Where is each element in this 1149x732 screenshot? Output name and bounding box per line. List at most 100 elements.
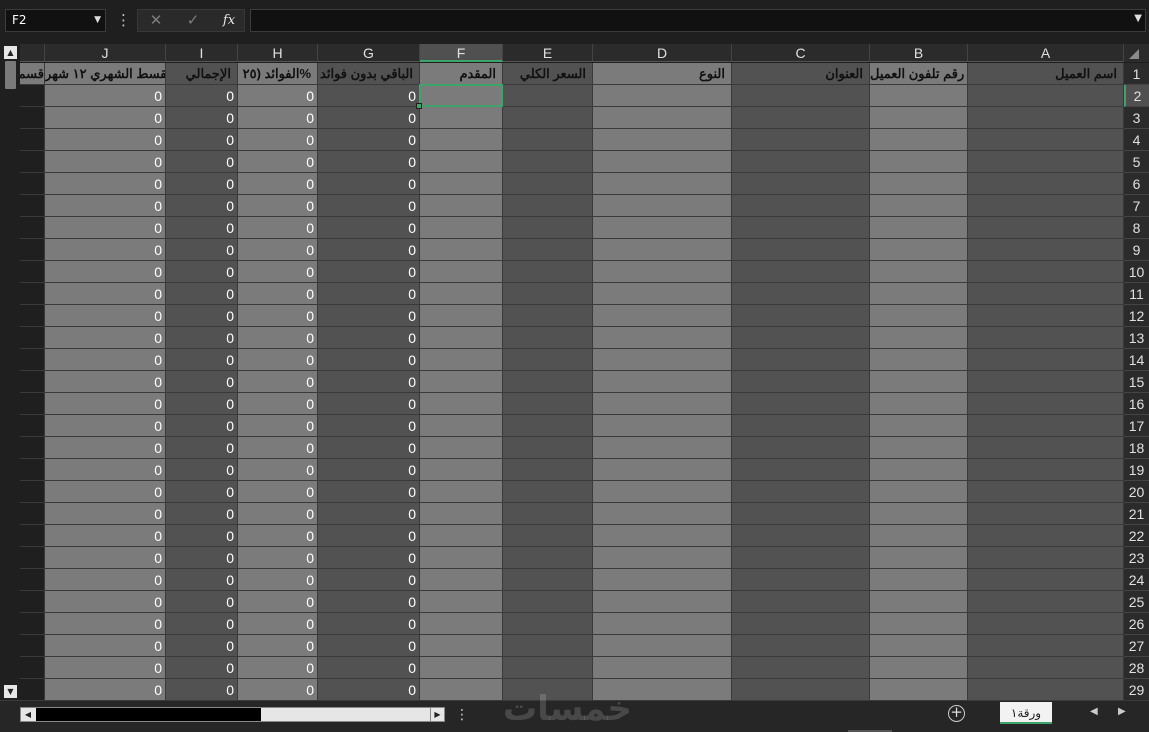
empty-cell[interactable] (20, 129, 45, 151)
empty-cell[interactable] (968, 569, 1124, 591)
empty-cell[interactable] (503, 173, 593, 195)
empty-cell[interactable] (593, 151, 732, 173)
row-header-25[interactable]: 25 (1124, 591, 1149, 613)
empty-cell[interactable] (968, 459, 1124, 481)
empty-cell[interactable] (20, 283, 45, 305)
row-header-3[interactable]: 3 (1124, 107, 1149, 129)
empty-cell[interactable] (968, 525, 1124, 547)
value-cell[interactable]: 0 (45, 569, 166, 591)
empty-cell[interactable] (503, 613, 593, 635)
empty-cell[interactable] (968, 679, 1124, 700)
empty-cell[interactable] (968, 327, 1124, 349)
value-cell[interactable]: 0 (238, 261, 318, 283)
empty-cell[interactable] (732, 173, 870, 195)
empty-cell[interactable] (593, 635, 732, 657)
value-cell[interactable]: 0 (318, 591, 420, 613)
value-cell[interactable]: 0 (45, 503, 166, 525)
empty-cell[interactable] (732, 151, 870, 173)
empty-cell[interactable] (732, 437, 870, 459)
header-cell-b[interactable]: رقم تلفون العميل (870, 63, 968, 85)
empty-cell[interactable] (503, 129, 593, 151)
value-cell[interactable]: 0 (166, 679, 238, 700)
value-cell[interactable]: 0 (166, 239, 238, 261)
formula-input[interactable]: ▼ (250, 9, 1146, 32)
value-cell[interactable]: 0 (318, 415, 420, 437)
empty-cell[interactable] (732, 481, 870, 503)
empty-cell[interactable] (968, 349, 1124, 371)
column-header-a[interactable]: A (968, 44, 1124, 62)
empty-cell[interactable] (732, 503, 870, 525)
empty-cell[interactable] (870, 195, 968, 217)
value-cell[interactable]: 0 (238, 679, 318, 700)
row-header-14[interactable]: 14 (1124, 349, 1149, 371)
empty-cell[interactable] (420, 393, 503, 415)
value-cell[interactable]: 0 (238, 525, 318, 547)
empty-cell[interactable] (593, 481, 732, 503)
row-header-7[interactable]: 7 (1124, 195, 1149, 217)
value-cell[interactable]: 0 (45, 305, 166, 327)
empty-cell[interactable] (732, 525, 870, 547)
empty-cell[interactable] (503, 85, 593, 107)
value-cell[interactable]: 0 (45, 85, 166, 107)
header-cell-i[interactable]: الإجمالي (166, 63, 238, 85)
column-header-j[interactable]: J (45, 44, 166, 62)
empty-cell[interactable] (593, 591, 732, 613)
more-options-icon[interactable]: ⋮ (455, 707, 469, 723)
value-cell[interactable]: 0 (238, 129, 318, 151)
empty-cell[interactable] (20, 327, 45, 349)
value-cell[interactable]: 0 (45, 129, 166, 151)
row-header-9[interactable]: 9 (1124, 239, 1149, 261)
column-header-h[interactable]: H (238, 44, 318, 62)
empty-cell[interactable] (732, 217, 870, 239)
value-cell[interactable]: 0 (318, 173, 420, 195)
empty-cell[interactable] (593, 393, 732, 415)
empty-cell[interactable] (20, 305, 45, 327)
empty-cell[interactable] (732, 613, 870, 635)
empty-cell[interactable] (503, 283, 593, 305)
empty-cell[interactable] (593, 459, 732, 481)
value-cell[interactable]: 0 (166, 85, 238, 107)
value-cell[interactable]: 0 (238, 569, 318, 591)
empty-cell[interactable] (503, 525, 593, 547)
empty-cell[interactable] (503, 371, 593, 393)
value-cell[interactable]: 0 (45, 635, 166, 657)
empty-cell[interactable] (20, 261, 45, 283)
empty-cell[interactable] (732, 327, 870, 349)
empty-cell[interactable] (593, 613, 732, 635)
empty-cell[interactable] (420, 569, 503, 591)
empty-cell[interactable] (503, 591, 593, 613)
empty-cell[interactable] (420, 151, 503, 173)
empty-cell[interactable] (732, 239, 870, 261)
value-cell[interactable]: 0 (166, 459, 238, 481)
empty-cell[interactable] (593, 217, 732, 239)
value-cell[interactable]: 0 (166, 525, 238, 547)
empty-cell[interactable] (420, 305, 503, 327)
value-cell[interactable]: 0 (45, 349, 166, 371)
empty-cell[interactable] (503, 349, 593, 371)
empty-cell[interactable] (593, 327, 732, 349)
value-cell[interactable]: 0 (238, 481, 318, 503)
spreadsheet-grid[interactable]: A B C D E F G H I J 1 اسم العميل رقم تلفون العميل الع… (0, 44, 1149, 700)
row-header-24[interactable]: 24 (1124, 569, 1149, 591)
column-header-d[interactable]: D (593, 44, 732, 62)
empty-cell[interactable] (732, 547, 870, 569)
scrollbar-thumb[interactable] (5, 61, 16, 89)
value-cell[interactable]: 0 (318, 635, 420, 657)
row-header-5[interactable]: 5 (1124, 151, 1149, 173)
value-cell[interactable]: 0 (166, 635, 238, 657)
empty-cell[interactable] (870, 151, 968, 173)
empty-cell[interactable] (593, 195, 732, 217)
empty-cell[interactable] (420, 679, 503, 700)
value-cell[interactable]: 0 (238, 283, 318, 305)
enter-check-icon[interactable]: ✓ (178, 10, 208, 31)
empty-cell[interactable] (420, 481, 503, 503)
empty-cell[interactable] (593, 107, 732, 129)
empty-cell[interactable] (593, 503, 732, 525)
value-cell[interactable]: 0 (238, 437, 318, 459)
empty-cell[interactable] (420, 459, 503, 481)
value-cell[interactable]: 0 (238, 415, 318, 437)
value-cell[interactable]: 0 (238, 613, 318, 635)
empty-cell[interactable] (420, 129, 503, 151)
value-cell[interactable]: 0 (318, 283, 420, 305)
empty-cell[interactable] (420, 591, 503, 613)
